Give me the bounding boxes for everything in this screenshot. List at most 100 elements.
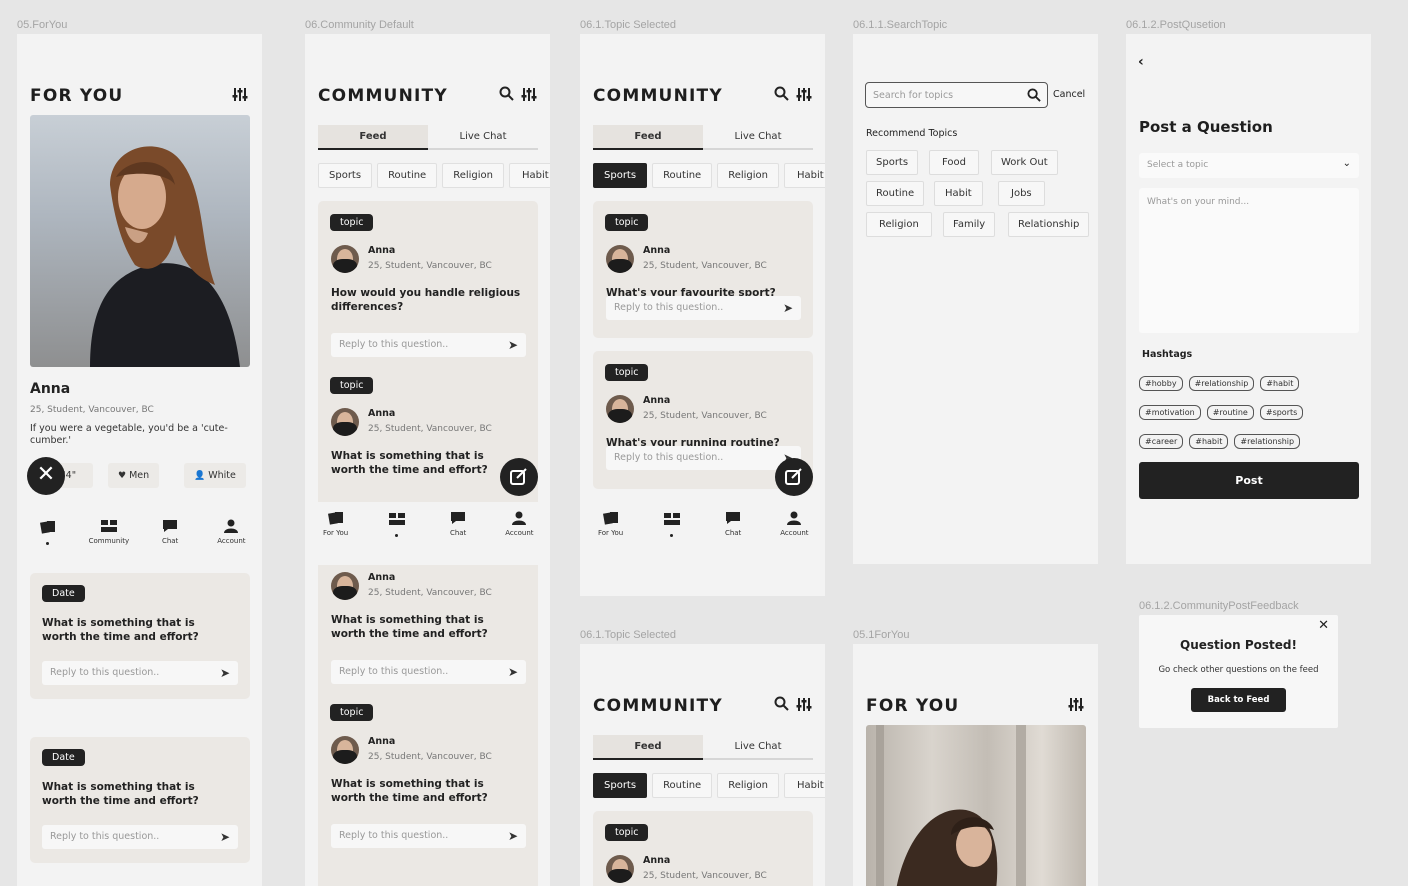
question-text: What's your running routine? <box>606 437 780 446</box>
page-title: COMMUNITY <box>318 86 448 106</box>
nav-for-you[interactable] <box>23 520 73 545</box>
topic-religion[interactable]: Religion <box>866 212 932 237</box>
question-card[interactable]: Date What is something that is worth the… <box>30 573 250 699</box>
hashtag[interactable]: #hobby <box>1139 376 1183 391</box>
feed-tabs: Feed Live Chat <box>318 125 538 150</box>
send-icon[interactable]: ➤ <box>508 665 518 679</box>
nav-chat[interactable]: Chat <box>145 519 195 545</box>
nav-chat[interactable]: Chat <box>433 511 483 537</box>
search-icon[interactable] <box>774 86 789 105</box>
reply-input[interactable]: Reply to this question..➤ <box>606 446 801 470</box>
back-to-feed-button[interactable]: Back to Feed <box>1191 688 1286 712</box>
user-meta: 25, Student, Vancouver, BC <box>368 588 492 598</box>
filter-sliders-icon[interactable] <box>796 697 812 716</box>
topic-relationship[interactable]: Relationship <box>1008 212 1090 237</box>
nav-chat[interactable]: Chat <box>708 511 758 537</box>
chip-habit[interactable]: Habit <box>784 163 825 188</box>
chip-religion[interactable]: Religion <box>442 163 505 188</box>
hashtag[interactable]: #routine <box>1206 405 1254 420</box>
close-icon[interactable]: ✕ <box>1318 618 1329 633</box>
tab-live-chat[interactable]: Live Chat <box>703 735 813 760</box>
tab-feed[interactable]: Feed <box>593 125 703 150</box>
tab-feed[interactable]: Feed <box>593 735 703 760</box>
hashtag[interactable]: #motivation <box>1139 405 1201 420</box>
filter-sliders-icon[interactable] <box>521 87 537 106</box>
hashtag[interactable]: #relationship <box>1234 434 1301 449</box>
reply-input[interactable]: Reply to this question..➤ <box>606 296 801 320</box>
chip-religion[interactable]: Religion <box>717 773 780 798</box>
question-textarea[interactable]: What's on your mind... <box>1139 188 1359 333</box>
account-icon <box>512 511 527 525</box>
feed-card[interactable]: topic Anna 25, Student, Vancouver, BC <box>593 811 813 886</box>
hashtag[interactable]: #relationship <box>1188 376 1255 391</box>
post-button[interactable]: Post <box>1139 462 1359 499</box>
topic-work-out[interactable]: Work Out <box>991 150 1058 175</box>
chip-religion[interactable]: Religion <box>717 163 780 188</box>
nav-community[interactable] <box>372 512 422 537</box>
chip-routine[interactable]: Routine <box>652 773 713 798</box>
tab-feed[interactable]: Feed <box>318 125 428 150</box>
reply-input[interactable]: Reply to this question..➤ <box>331 824 526 848</box>
send-icon[interactable]: ➤ <box>783 301 793 315</box>
nav-account[interactable]: Account <box>769 511 819 537</box>
send-icon[interactable]: ➤ <box>220 666 230 680</box>
reply-input[interactable]: Reply to this question.. ➤ <box>42 661 238 685</box>
chip-sports[interactable]: Sports <box>593 163 648 188</box>
chip-routine[interactable]: Routine <box>652 163 713 188</box>
search-icon[interactable] <box>774 696 789 715</box>
nav-community[interactable] <box>647 512 697 537</box>
reply-input[interactable]: Reply to this question..➤ <box>331 660 526 684</box>
hashtag[interactable]: #career <box>1139 434 1184 449</box>
chip-habit[interactable]: Habit <box>784 773 825 798</box>
user-name: Anna <box>368 408 396 419</box>
feed-card[interactable]: Anna 25, Student, Vancouver, BC What is … <box>318 565 538 886</box>
reply-input[interactable]: Reply to this question.. ➤ <box>42 825 238 849</box>
tab-live-chat[interactable]: Live Chat <box>703 125 813 150</box>
send-icon[interactable]: ➤ <box>508 338 518 352</box>
cancel-button[interactable]: Cancel <box>1053 89 1085 100</box>
topic-food[interactable]: Food <box>929 150 979 175</box>
profile-photo[interactable] <box>866 725 1086 886</box>
community-default-screen: COMMUNITY Feed Live Chat Sports Routine … <box>305 34 550 886</box>
back-chevron-icon[interactable]: ‹ <box>1138 54 1144 70</box>
chip-sports[interactable]: Sports <box>318 163 373 188</box>
avatar <box>331 572 359 600</box>
frame-label-foryou-2: 05.1ForYou <box>853 629 910 641</box>
search-icon[interactable] <box>499 86 514 105</box>
nav-for-you[interactable]: For You <box>586 511 636 537</box>
topic-jobs[interactable]: Jobs <box>998 181 1045 206</box>
send-icon[interactable]: ➤ <box>508 829 518 843</box>
nav-account[interactable]: Account <box>206 519 256 545</box>
search-icon[interactable] <box>1027 88 1041 102</box>
hashtag[interactable]: #habit <box>1189 434 1229 449</box>
chip-habit[interactable]: Habit <box>509 163 550 188</box>
topic-habit[interactable]: Habit <box>934 181 983 206</box>
question-card[interactable]: Date What is something that is worth the… <box>30 737 250 863</box>
hashtag[interactable]: #sports <box>1259 405 1304 420</box>
topic-routine[interactable]: Routine <box>866 181 925 206</box>
nav-account[interactable]: Account <box>494 511 544 537</box>
send-icon[interactable]: ➤ <box>220 830 230 844</box>
filter-sliders-icon[interactable] <box>232 87 248 106</box>
compose-button[interactable] <box>775 458 813 496</box>
hashtag[interactable]: #habit <box>1260 376 1300 391</box>
chip-sports[interactable]: Sports <box>593 773 648 798</box>
topic-select[interactable]: Select a topic ⌄ <box>1139 153 1359 178</box>
tab-live-chat[interactable]: Live Chat <box>428 125 538 150</box>
topic-family[interactable]: Family <box>943 212 996 237</box>
nav-community[interactable]: Community <box>84 519 134 545</box>
post-question-screen: ‹ Post a Question Select a topic ⌄ What'… <box>1126 34 1371 564</box>
chip-routine[interactable]: Routine <box>377 163 438 188</box>
nav-for-you[interactable]: For You <box>311 511 361 537</box>
filter-sliders-icon[interactable] <box>796 87 812 106</box>
avatar <box>331 736 359 764</box>
reply-input[interactable]: Reply to this question..➤ <box>331 333 526 357</box>
search-input[interactable]: Search for topics <box>865 82 1048 108</box>
filter-sliders-icon[interactable] <box>1068 697 1084 716</box>
topic-sports[interactable]: Sports <box>866 150 919 175</box>
compose-button[interactable] <box>500 458 538 496</box>
feed-card[interactable]: topic Anna 25, Student, Vancouver, BC Wh… <box>593 201 813 338</box>
pass-button[interactable]: ✕ <box>27 457 65 495</box>
profile-photo[interactable] <box>30 115 250 367</box>
hashtag-list: #hobby #relationship #habit #motivation #ro… <box>1139 371 1364 458</box>
